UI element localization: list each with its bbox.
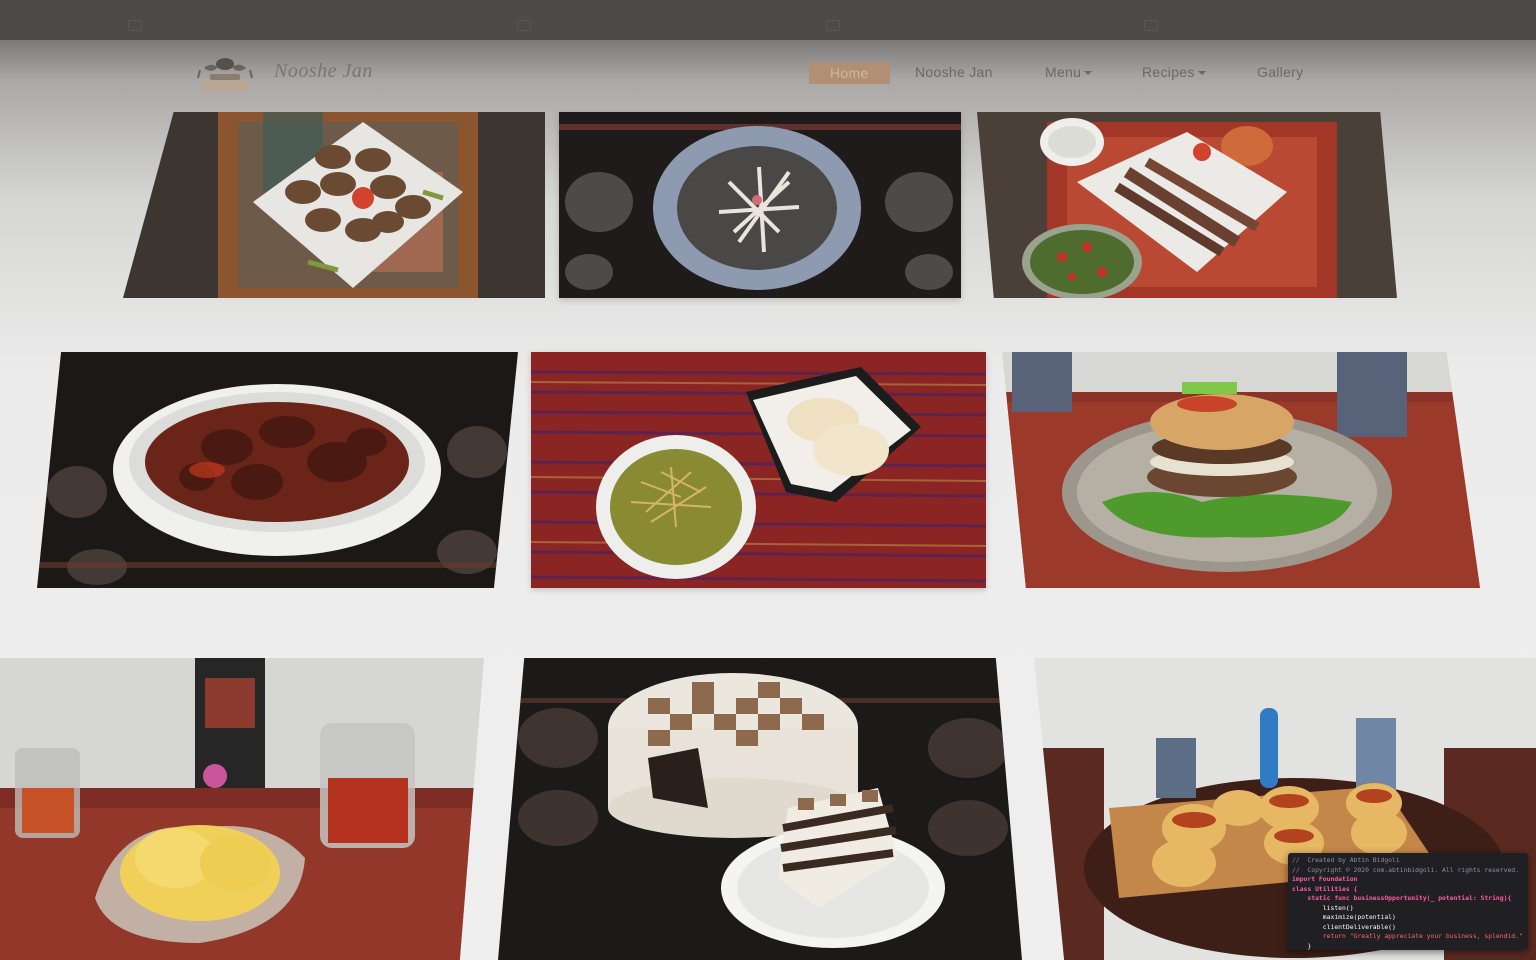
code-line: import Foundation xyxy=(1292,875,1358,883)
logo[interactable] xyxy=(190,52,260,94)
gallery-photo-ice-cream[interactable] xyxy=(0,658,484,960)
gallery-photo-stew[interactable] xyxy=(37,352,518,588)
code-line: class Utilities { xyxy=(1292,884,1358,893)
code-line: listen() xyxy=(1292,903,1354,912)
code-line: maximize(potential) xyxy=(1292,913,1396,921)
top-bar xyxy=(0,0,1536,40)
gallery-photo-meat-patties[interactable] xyxy=(123,112,545,298)
nav-gallery[interactable]: Gallery xyxy=(1257,64,1303,80)
code-line: return "Greatly appreciate your business… xyxy=(1292,932,1523,940)
gallery-photo-cake[interactable] xyxy=(498,658,1022,960)
code-line: static func businessOpportunity(_ potent… xyxy=(1292,894,1512,902)
bookmark-icon[interactable] xyxy=(128,20,142,31)
gallery-photo-green-soup[interactable] xyxy=(531,352,986,588)
code-line: } xyxy=(1292,941,1312,950)
nav-menu-label: Menu xyxy=(1045,64,1082,80)
chevron-down-icon xyxy=(1197,71,1206,76)
code-line: clientDeliverable() xyxy=(1292,922,1396,931)
code-line: // Created by Abtin Bidgoli xyxy=(1292,856,1400,864)
nav-nooshe-jan[interactable]: Nooshe Jan xyxy=(915,64,993,80)
nav-recipes-label: Recipes xyxy=(1142,64,1195,80)
brand-name[interactable]: Nooshe Jan xyxy=(274,60,373,83)
gallery-photo-burger[interactable] xyxy=(1002,352,1480,588)
screen-icon[interactable] xyxy=(1144,20,1158,31)
nav-home[interactable]: Home xyxy=(809,62,890,84)
gallery-photo-kebab-plate[interactable] xyxy=(977,112,1397,298)
nav-recipes[interactable]: Recipes xyxy=(1142,64,1206,80)
chat-icon[interactable] xyxy=(517,20,531,31)
image-icon[interactable] xyxy=(826,20,840,31)
nav-menu[interactable]: Menu xyxy=(1045,64,1093,80)
code-line: // Copyright © 2020 com.abtinbidgoli. Al… xyxy=(1292,865,1520,874)
chevron-down-icon xyxy=(1084,71,1093,76)
gallery-photo-dark-soup[interactable] xyxy=(559,112,961,298)
code-window: // Created by Abtin Bidgoli // Copyright… xyxy=(1288,853,1528,950)
